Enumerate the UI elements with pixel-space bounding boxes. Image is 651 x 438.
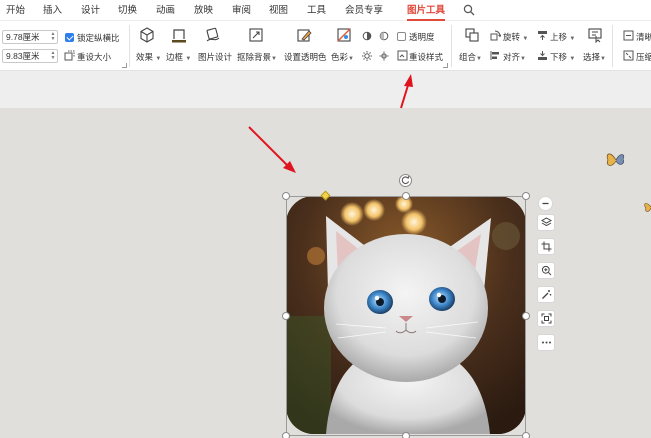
arrow-icon	[248, 126, 296, 173]
annotation-arrows	[248, 74, 413, 173]
arrow-icon	[400, 74, 413, 109]
